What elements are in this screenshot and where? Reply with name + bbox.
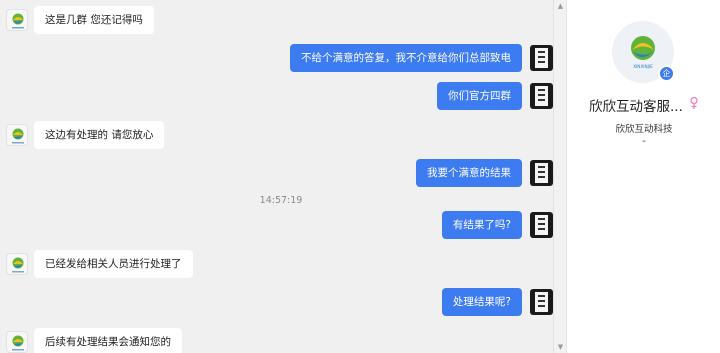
customer-service-avatar[interactable] — [6, 9, 28, 31]
contact-name: 欣欣互动客服... — [589, 99, 683, 115]
outgoing-message-bubble[interactable]: 有结果了吗? — [441, 211, 522, 239]
user-avatar-image-icon — [535, 292, 548, 312]
message-row: 处理结果呢? — [0, 288, 553, 316]
user-avatar[interactable] — [530, 212, 553, 238]
scroll-up-icon[interactable]: ▲ — [554, 0, 566, 12]
incoming-message-bubble[interactable]: 这是几群 您还记得吗 — [34, 6, 154, 34]
enterprise-badge: 企 — [658, 65, 675, 82]
brand-logo-icon — [12, 128, 24, 144]
message-row: 你们官方四群 — [0, 82, 553, 110]
brand-logo-icon — [12, 335, 24, 351]
message-timestamp: 14:57:19 — [259, 195, 303, 206]
logo-caption: XINXINJIE — [633, 64, 653, 69]
user-avatar[interactable] — [530, 45, 553, 71]
message-row: 我要个满意的结果 — [0, 159, 553, 187]
message-row: 后续有处理结果会通知您的 — [0, 328, 553, 353]
outgoing-message-bubble[interactable]: 处理结果呢? — [441, 288, 522, 316]
outgoing-message-bubble[interactable]: 不给个满意的答复，我不介意给你们总部致电 — [290, 44, 522, 72]
outgoing-message-bubble[interactable]: 你们官方四群 — [437, 82, 522, 110]
contact-info-panel: XINXINJIE 企 欣欣互动客服... 欣欣互动科技 - — [566, 0, 720, 353]
user-avatar-image-icon — [535, 48, 548, 68]
incoming-message-bubble[interactable]: 后续有处理结果会通知您的 — [34, 328, 182, 353]
user-avatar-image-icon — [535, 86, 548, 106]
chat-area[interactable]: 这是几群 您还记得吗 不给个满意的答复，我不介意给你们总部致电 你们官方四群 这… — [0, 0, 566, 353]
incoming-message-bubble[interactable]: 已经发给相关人员进行处理了 — [34, 250, 193, 278]
chat-scrollbar[interactable]: ▲ ▼ — [553, 0, 566, 353]
customer-service-avatar[interactable] — [6, 124, 28, 146]
message-row: 这是几群 您还记得吗 — [0, 6, 553, 34]
user-avatar[interactable] — [530, 83, 553, 109]
brand-logo-icon — [12, 257, 24, 273]
user-avatar-image-icon — [535, 163, 548, 183]
customer-service-avatar[interactable] — [6, 253, 28, 275]
message-row: 这边有处理的 请您放心 — [0, 121, 553, 149]
customer-service-avatar[interactable] — [6, 331, 28, 353]
contact-extra-info: - — [642, 136, 646, 147]
outgoing-message-bubble[interactable]: 我要个满意的结果 — [416, 159, 522, 187]
message-row: 有结果了吗? — [0, 211, 553, 239]
brand-logo-icon — [12, 13, 24, 29]
message-row: 不给个满意的答复，我不介意给你们总部致电 — [0, 44, 553, 72]
message-row: 已经发给相关人员进行处理了 — [0, 250, 553, 278]
incoming-message-bubble[interactable]: 这边有处理的 请您放心 — [34, 121, 165, 149]
scroll-down-icon[interactable]: ▼ — [554, 341, 566, 353]
female-symbol-icon — [690, 96, 698, 109]
user-avatar[interactable] — [530, 289, 553, 315]
user-avatar-image-icon — [535, 215, 548, 235]
user-avatar[interactable] — [530, 160, 553, 186]
contact-company: 欣欣互动科技 — [615, 124, 673, 135]
